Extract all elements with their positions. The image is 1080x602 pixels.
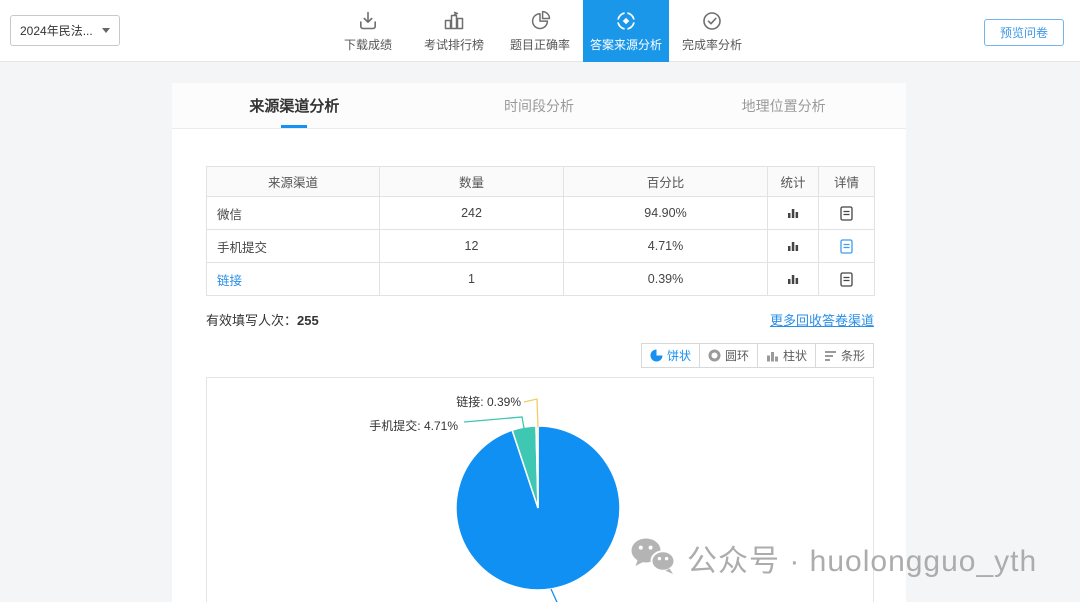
detail-document-icon[interactable] [840,238,853,254]
top-header: 2024年民法... 下载成绩 考试排行榜 题目正确率 答案来源分析 完成率分析… [0,0,1080,62]
toolbar-item-answer-source-analysis[interactable]: 答案来源分析 [583,0,669,62]
donut-icon [708,349,721,362]
preview-survey-button[interactable]: 预览问卷 [983,19,1064,46]
percent-cell: 4.71% [563,229,768,263]
tab-content: 来源渠道 数量 百分比 统计 详情 微信 242 94.90% 手机提交 12 [172,166,906,602]
table-row: 链接 1 0.39% [206,262,875,296]
toolbar-item-download-scores[interactable]: 下载成绩 [325,0,411,62]
detail-document-icon[interactable] [840,271,853,287]
chart-type-label: 柱状 [782,349,807,363]
pie-chart-icon [528,9,552,33]
chart-type-donut-button[interactable]: 圆环 [698,343,758,368]
pie-icon [650,349,663,362]
bar-stats-icon[interactable] [786,206,800,220]
bar-chart-icon [824,351,836,361]
chart-type-column-button[interactable]: 柱状 [756,343,816,368]
active-tab-underline [281,125,308,128]
channel-cell: 微信 [206,196,380,230]
ranking-icon [442,9,466,33]
analysis-tabbar: 来源渠道分析 时间段分析 地理位置分析 [172,83,906,129]
toolbar-item-label: 考试排行榜 [423,38,484,52]
col-header-stats: 统计 [767,166,819,197]
count-cell: 12 [379,229,564,263]
tab-time-period[interactable]: 时间段分析 [417,83,662,128]
chart-type-pie-button[interactable]: 饼状 [640,343,700,368]
chart-type-label: 条形 [840,349,865,363]
count-cell: 1 [379,262,564,296]
valid-respondents-value: 255 [297,313,319,328]
label-leader-line [463,416,525,429]
chart-type-switcher: 饼状 圆环 柱状 条形 [206,343,874,368]
label-leader-line [550,588,558,602]
tab-source-channel[interactable]: 来源渠道分析 [172,83,417,128]
col-header-count: 数量 [379,166,564,197]
table-row: 微信 242 94.90% [206,196,875,230]
toolbar-item-label: 下载成绩 [343,38,392,52]
target-icon [614,9,638,33]
tab-label: 时间段分析 [504,97,574,114]
valid-respondents-label: 有效填写人次： [206,313,298,328]
pie-chart-container: 链接: 0.39% 手机提交: 4.71% [206,377,874,602]
pie-label-phone: 手机提交: 4.71% [369,419,458,433]
chart-type-label: 圆环 [724,349,749,363]
channel-link[interactable]: 链接 [217,274,242,288]
toolbar-item-label: 答案来源分析 [589,38,662,52]
tab-geo-location[interactable]: 地理位置分析 [661,83,906,128]
table-row: 手机提交 12 4.71% [206,229,875,263]
pie-label-link: 链接: 0.39% [456,395,521,409]
table-header-row: 来源渠道 数量 百分比 统计 详情 [206,166,875,197]
analysis-toolbar: 下载成绩 考试排行榜 题目正确率 答案来源分析 完成率分析 [0,0,1080,62]
more-channels-link[interactable]: 更多回收答卷渠道 [770,310,874,329]
bar-stats-icon[interactable] [786,239,800,253]
toolbar-item-label: 完成率分析 [681,38,742,52]
percent-cell: 0.39% [563,262,768,296]
col-header-channel: 来源渠道 [206,166,380,197]
detail-document-icon[interactable] [840,205,853,221]
check-circle-icon [700,9,724,33]
valid-respondents-text: 有效填写人次：255 [206,310,319,329]
toolbar-item-question-accuracy[interactable]: 题目正确率 [497,0,583,62]
toolbar-item-label: 题目正确率 [509,38,570,52]
label-leader-line [523,398,539,428]
bar-stats-icon[interactable] [786,272,800,286]
channel-cell: 手机提交 [206,229,380,263]
toolbar-item-completion-rate[interactable]: 完成率分析 [669,0,755,62]
tab-label: 来源渠道分析 [249,98,340,115]
chart-type-label: 饼状 [666,349,691,363]
percent-cell: 94.90% [563,196,768,230]
chart-type-bar-button[interactable]: 条形 [814,343,874,368]
col-header-detail: 详情 [818,166,875,197]
analysis-panel: 来源渠道分析 时间段分析 地理位置分析 来源渠道 数量 百分比 统计 详情 微信… [172,83,906,602]
toolbar-item-exam-ranking[interactable]: 考试排行榜 [411,0,497,62]
download-icon [356,9,380,33]
count-cell: 242 [379,196,564,230]
summary-row: 有效填写人次：255 更多回收答卷渠道 [206,310,874,329]
pie-chart [455,398,621,602]
column-chart-icon [766,352,778,362]
col-header-percent: 百分比 [563,166,768,197]
source-channel-table: 来源渠道 数量 百分比 统计 详情 微信 242 94.90% 手机提交 12 [206,166,875,296]
tab-label: 地理位置分析 [741,97,826,114]
